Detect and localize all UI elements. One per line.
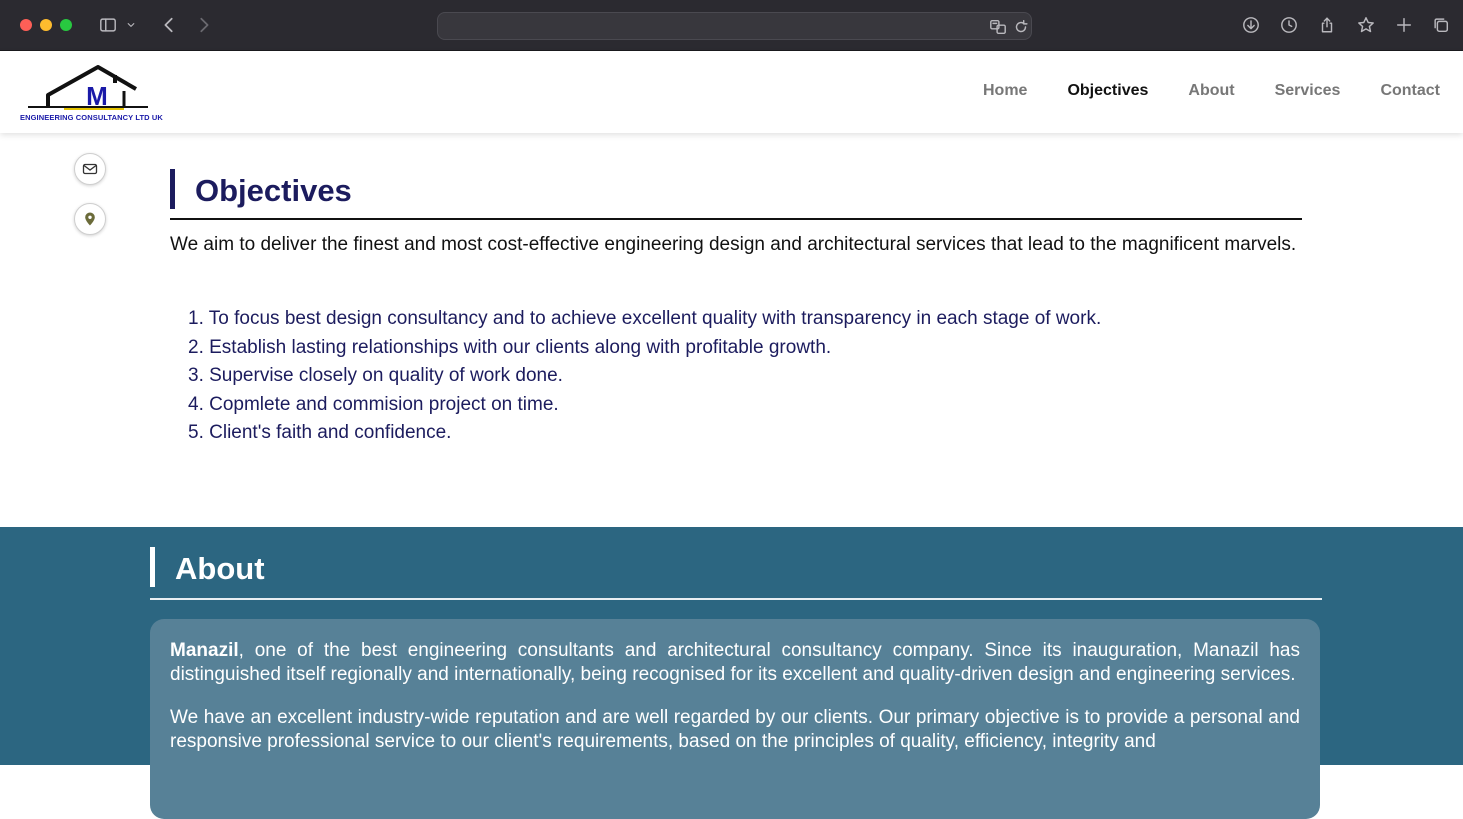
bookmark-star-icon[interactable] (1355, 14, 1377, 36)
objectives-intro: We aim to deliver the finest and most co… (170, 234, 1297, 255)
chevron-down-icon[interactable] (124, 14, 138, 36)
logo-caption: ENGINEERING CONSULTANCY LTD UK (20, 113, 163, 122)
browser-toolbar (0, 0, 1463, 51)
objectives-title: Objectives (195, 173, 352, 208)
sidebar-toggle-icon[interactable] (97, 14, 119, 36)
nav-home[interactable]: Home (983, 82, 1027, 100)
about-paragraph-1-text: , one of the best engineering consultant… (170, 640, 1300, 685)
new-tab-icon[interactable] (1393, 14, 1415, 36)
list-item: 3. Supervise closely on quality of work … (188, 365, 563, 386)
house-logo-icon: M (28, 65, 148, 111)
company-logo[interactable]: M ENGINEERING CONSULTANCY LTD UK (20, 65, 180, 123)
nav-about[interactable]: About (1188, 82, 1234, 100)
company-name: Manazil (170, 640, 239, 661)
list-item: 2. Establish lasting relationships with … (188, 336, 832, 358)
about-paragraph-2: We have an excellent industry-wide reput… (170, 707, 1300, 752)
objectives-list: 1. To focus best design consultancy and … (188, 305, 1101, 448)
heading-accent-bar (150, 547, 155, 587)
about-section: About Manazil, one of the best engineeri… (0, 527, 1463, 819)
logo-letter: M (86, 81, 108, 111)
reload-icon[interactable] (1010, 16, 1032, 38)
address-bar[interactable] (437, 12, 1032, 40)
download-icon[interactable] (1240, 14, 1262, 36)
share-icon[interactable] (1316, 14, 1338, 36)
history-icon[interactable] (1278, 14, 1300, 36)
about-paragraph-1: Manazil, one of the best engineering con… (170, 639, 1300, 686)
site-header: M ENGINEERING CONSULTANCY LTD UK Home Ob… (0, 51, 1463, 133)
envelope-icon (82, 163, 98, 175)
nav-services[interactable]: Services (1275, 82, 1341, 100)
tab-overview-icon[interactable] (1430, 14, 1452, 36)
close-window-button[interactable] (20, 19, 32, 31)
map-pin-icon (85, 212, 95, 226)
main-nav: Home Objectives About Services Contact (983, 82, 1440, 100)
list-item: 4. Copmlete and commision project on tim… (188, 393, 559, 415)
nav-contact[interactable]: Contact (1380, 82, 1440, 100)
about-heading: About (150, 547, 1322, 600)
email-button[interactable] (74, 153, 106, 185)
translate-icon[interactable] (987, 16, 1009, 38)
about-title: About (175, 551, 265, 586)
about-card: Manazil, one of the best engineering con… (150, 619, 1320, 819)
list-item: 1. To focus best design consultancy and … (188, 308, 1102, 329)
nav-objectives[interactable]: Objectives (1067, 82, 1148, 100)
back-icon[interactable] (158, 14, 180, 36)
objectives-heading: Objectives (170, 169, 1302, 220)
zoom-window-button[interactable] (60, 19, 72, 31)
minimize-window-button[interactable] (40, 19, 52, 31)
heading-accent-bar (170, 169, 175, 209)
list-item: 5. Client's faith and confidence. (188, 422, 452, 443)
forward-icon[interactable] (193, 14, 215, 36)
location-button[interactable] (74, 203, 106, 235)
